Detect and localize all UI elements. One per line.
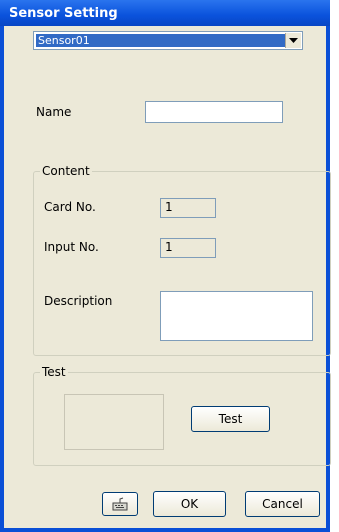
ok-button[interactable]: OK [153,491,226,517]
keyboard-button[interactable] [102,492,138,516]
description-input[interactable] [160,291,313,341]
card-no-label: Card No. [44,200,96,214]
sensor-dropdown-value: Sensor01 [36,34,286,47]
title-bar[interactable]: Sensor Setting [0,0,330,26]
name-label: Name [36,105,72,119]
chevron-down-icon [289,37,298,43]
test-button[interactable]: Test [191,406,270,432]
cancel-button[interactable]: Cancel [245,491,320,517]
keyboard-icon [112,497,128,511]
description-label: Description [44,294,113,308]
sensor-dropdown[interactable]: Sensor01 [33,31,303,50]
test-preview-area [64,394,164,450]
window-title: Sensor Setting [9,6,118,21]
input-no-label: Input No. [44,240,99,254]
input-no-field: 1 [160,238,216,258]
test-group-label: Test [40,365,68,379]
name-input[interactable] [145,101,283,123]
content-group-label: Content [40,164,92,178]
card-no-field: 1 [160,198,216,218]
dropdown-button[interactable] [285,33,301,48]
